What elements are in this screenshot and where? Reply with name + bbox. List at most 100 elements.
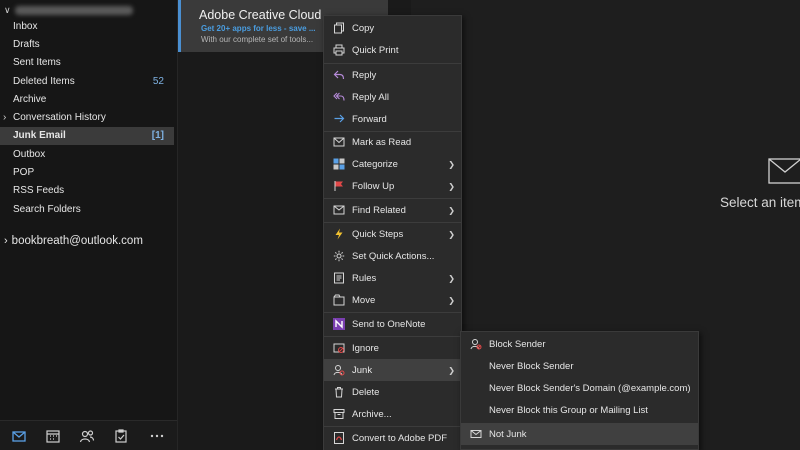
menu-item-set-quick-actions[interactable]: Set Quick Actions... (324, 245, 461, 267)
menu-label: Quick Steps (352, 228, 404, 240)
menu-item-send-to-onenote[interactable]: Send to OneNote (324, 313, 461, 335)
folder-label: RSS Feeds (13, 185, 65, 196)
menu-label: Junk (352, 364, 373, 376)
menu-label: Rules (352, 272, 377, 284)
calendar-icon[interactable] (38, 425, 68, 447)
unread-count: [1] (151, 130, 164, 141)
archive-icon (332, 407, 346, 421)
menu-item-move[interactable]: Move ❯ (324, 289, 461, 311)
folder-deleted-items[interactable]: Deleted Items 52 (0, 73, 174, 91)
menu-item-copy[interactable]: Copy (324, 17, 461, 39)
account-bookbreath[interactable]: › bookbreath@outlook.com (4, 235, 143, 247)
unread-count: 52 (152, 76, 164, 87)
menu-item-categorize[interactable]: Categorize ❯ (324, 153, 461, 175)
menu-label: Mark as Read (352, 136, 412, 148)
account-header[interactable]: ∨ (4, 2, 133, 18)
lightning-icon (332, 227, 346, 241)
onenote-icon (332, 317, 346, 331)
folder-conversation-history[interactable]: › Conversation History (0, 109, 174, 127)
flag-icon (332, 179, 346, 193)
folder-label: Drafts (13, 39, 40, 50)
people-icon[interactable] (72, 425, 102, 447)
folder-drafts[interactable]: Drafts (0, 36, 174, 54)
pdf-icon (332, 431, 346, 445)
menu-label: Categorize (352, 158, 398, 170)
folder-pop[interactable]: POP (0, 164, 174, 182)
chevron-right-icon: ❯ (448, 273, 455, 283)
categorize-icon (332, 157, 346, 171)
submenu-item-block-sender[interactable]: Block Sender (461, 333, 698, 355)
chevron-right-icon[interactable]: › (4, 235, 8, 247)
chevron-right-icon: ❯ (448, 229, 455, 239)
menu-label: Copy (352, 22, 375, 34)
menu-label: Send to OneNote (352, 318, 426, 330)
account-label: bookbreath@outlook.com (11, 235, 143, 247)
mail-icon[interactable] (4, 425, 34, 447)
folder-label: Inbox (13, 21, 38, 32)
block-sender-icon (469, 337, 483, 351)
chevron-down-icon[interactable]: ∨ (4, 5, 11, 16)
menu-item-quick-steps[interactable]: Quick Steps ❯ (324, 223, 461, 245)
folder-label: Conversation History (13, 112, 106, 123)
tasks-icon[interactable] (106, 425, 136, 447)
menu-label: Reply (352, 69, 377, 81)
submenu-item-never-block-sender[interactable]: Never Block Sender (461, 355, 698, 377)
submenu-item-never-block-group[interactable]: Never Block this Group or Mailing List (461, 399, 698, 421)
bottom-nav (0, 420, 177, 450)
menu-label: Convert to Adobe PDF (352, 432, 448, 444)
context-menu: Copy Quick Print Reply Reply All Forward… (323, 15, 462, 450)
menu-item-ignore[interactable]: Ignore (324, 337, 461, 359)
menu-item-quick-print[interactable]: Quick Print (324, 39, 461, 61)
junk-submenu: Block Sender Never Block Sender Never Bl… (460, 331, 699, 450)
junk-icon (332, 363, 346, 377)
menu-item-forward[interactable]: Forward (324, 108, 461, 130)
menu-item-follow-up[interactable]: Follow Up ❯ (324, 175, 461, 197)
menu-item-rules[interactable]: Rules ❯ (324, 267, 461, 289)
folder-outbox[interactable]: Outbox (0, 146, 174, 164)
menu-item-reply-all[interactable]: Reply All (324, 86, 461, 108)
submenu-item-never-block-domain[interactable]: Never Block Sender's Domain (@example.co… (461, 377, 698, 399)
menu-item-find-related[interactable]: Find Related ❯ (324, 199, 461, 221)
folder-search-folders[interactable]: Search Folders (0, 201, 174, 219)
folder-label: Sent Items (13, 57, 61, 68)
folder-label: Search Folders (13, 204, 81, 215)
menu-label: Ignore (352, 342, 379, 354)
submenu-label: Never Block Sender (489, 360, 574, 372)
envelope-icon (469, 427, 483, 441)
menu-item-archive[interactable]: Archive... (324, 403, 461, 425)
folder-label: Junk Email (13, 130, 66, 141)
more-icon[interactable] (142, 425, 172, 447)
menu-item-convert-to-adobe-pdf[interactable]: Convert to Adobe PDF (324, 427, 461, 449)
reading-pane-message: Select an item (720, 195, 800, 210)
menu-label: Set Quick Actions... (352, 250, 435, 262)
menu-label: Follow Up (352, 180, 395, 192)
menu-item-delete[interactable]: Delete (324, 381, 461, 403)
copy-icon (332, 21, 346, 35)
menu-label: Find Related (352, 204, 406, 216)
menu-label: Quick Print (352, 44, 399, 56)
folder-rss-feeds[interactable]: RSS Feeds (0, 182, 174, 200)
submenu-item-not-junk[interactable]: Not Junk (461, 423, 698, 445)
message-sender: Adobe Creative Cloud (199, 8, 322, 22)
chevron-right-icon: ❯ (448, 181, 455, 191)
message-subject: Get 20+ apps for less - save ... (201, 24, 316, 33)
folder-junk-email[interactable]: Junk Email [1] (0, 127, 174, 145)
folder-inbox[interactable]: Inbox (0, 18, 174, 36)
chevron-right-icon: ❯ (448, 159, 455, 169)
envelope-icon (768, 158, 800, 184)
menu-item-junk[interactable]: Junk ❯ (324, 359, 461, 381)
reply-icon (332, 68, 346, 82)
blurred-account-name (14, 5, 133, 15)
menu-item-mark-as-read[interactable]: Mark as Read (324, 131, 461, 153)
folder-pane: ∨ Inbox Drafts Sent Items Deleted Items 5… (0, 0, 177, 450)
menu-label: Forward (352, 113, 387, 125)
folder-sent-items[interactable]: Sent Items (0, 54, 174, 72)
folder-archive[interactable]: Archive (0, 91, 174, 109)
folder-label: Outbox (13, 149, 46, 160)
submenu-label: Not Junk (489, 428, 527, 440)
folder-label: Archive (13, 94, 47, 105)
rules-icon (332, 271, 346, 285)
forward-icon (332, 112, 346, 126)
menu-item-reply[interactable]: Reply (324, 64, 461, 86)
chevron-right-icon[interactable]: › (3, 109, 6, 127)
